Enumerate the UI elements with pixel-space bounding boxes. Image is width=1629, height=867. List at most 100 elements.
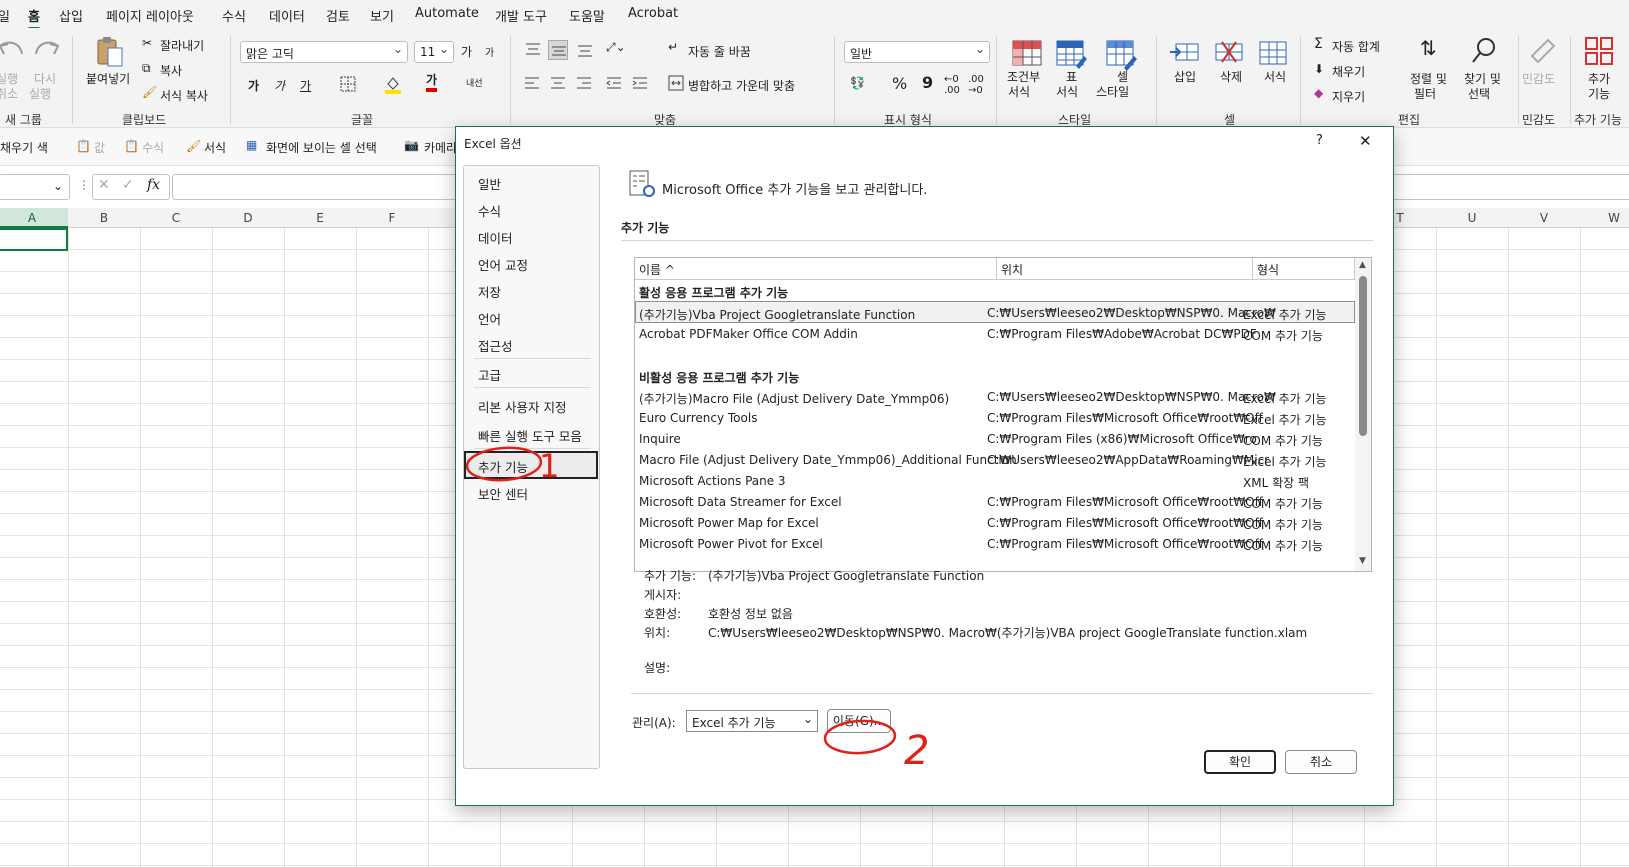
column-header-f[interactable]: F bbox=[382, 211, 402, 225]
copy-button[interactable]: 복사 bbox=[160, 62, 182, 79]
align-left-icon[interactable] bbox=[524, 76, 540, 90]
paste-values-icon[interactable]: 📋 bbox=[76, 139, 91, 153]
menu-developer[interactable]: 개발 도구 bbox=[495, 6, 547, 25]
list-row[interactable]: Inquire C:₩Program Files (x86)₩Microsoft … bbox=[635, 428, 1355, 450]
eraser-icon[interactable]: ◆ bbox=[1314, 86, 1323, 100]
list-row[interactable]: Macro File (Adjust Delivery Date_Ymmp06)… bbox=[635, 449, 1355, 471]
conditional-format-line2[interactable]: 서식 bbox=[1008, 83, 1030, 100]
menu-automate[interactable]: Automate bbox=[415, 6, 479, 21]
function-icon[interactable]: fx bbox=[147, 177, 160, 193]
delete-cells-icon[interactable] bbox=[1212, 38, 1246, 72]
visible-cells-icon[interactable]: ▦ bbox=[246, 138, 257, 152]
menu-insert[interactable]: 삽입 bbox=[59, 6, 83, 25]
menu-help[interactable]: 도움말 bbox=[569, 6, 605, 25]
cancel-entry-icon[interactable]: ✕ bbox=[98, 177, 110, 193]
menu-formulas[interactable]: 수식 bbox=[222, 6, 246, 25]
border-icon[interactable] bbox=[340, 76, 356, 92]
list-row[interactable]: Microsoft Data Streamer for Excel C:₩Prog… bbox=[635, 491, 1355, 513]
phonetic-button[interactable]: 내선 bbox=[466, 76, 483, 89]
visible-cells-button[interactable]: 화면에 보이는 셀 선택 bbox=[266, 139, 377, 156]
format-table-line2[interactable]: 서식 bbox=[1056, 83, 1078, 100]
align-center-icon[interactable] bbox=[550, 76, 566, 90]
paste-formulas-button[interactable]: 수식 bbox=[142, 139, 164, 156]
decrease-indent-icon[interactable] bbox=[606, 76, 622, 90]
increase-decimal-icon[interactable]: ←0.00 bbox=[944, 74, 960, 96]
close-icon[interactable]: ✕ bbox=[1359, 132, 1372, 150]
sensitivity-button[interactable]: 민감도 bbox=[1522, 70, 1555, 87]
sort-filter-icon[interactable]: ⇅ bbox=[1420, 36, 1437, 60]
menu-review[interactable]: 검토 bbox=[326, 6, 350, 25]
ok-button[interactable]: 확인 bbox=[1204, 750, 1276, 774]
number-format-combo[interactable]: 일반 bbox=[844, 41, 990, 63]
font-size-combo[interactable]: 11 bbox=[414, 41, 454, 63]
list-scrollbar[interactable]: ▲ ▼ bbox=[1355, 258, 1371, 571]
confirm-entry-icon[interactable]: ✓ bbox=[122, 177, 134, 193]
sort-filter-line2[interactable]: 필터 bbox=[1414, 85, 1436, 102]
list-row[interactable]: Euro Currency Tools C:₩Program Files₩Micr… bbox=[635, 407, 1355, 429]
paste-formats-icon[interactable]: 🖌 bbox=[186, 139, 201, 153]
align-right-icon[interactable] bbox=[576, 76, 592, 90]
addins-list[interactable]: 이름 ^ 위치 형식 활성 응용 프로그램 추가 기능 (추가기능)Vba Pr… bbox=[634, 257, 1372, 572]
nav-item-language[interactable]: 언어 bbox=[478, 309, 501, 328]
column-header-e[interactable]: E bbox=[310, 211, 330, 225]
format-painter-button[interactable]: 서식 복사 bbox=[160, 87, 208, 104]
format-cells-button[interactable]: 서식 bbox=[1264, 68, 1286, 85]
scroll-thumb[interactable] bbox=[1359, 276, 1367, 436]
nav-item-general[interactable]: 일반 bbox=[478, 174, 501, 193]
wrap-text-icon[interactable]: ↵ bbox=[668, 40, 678, 54]
help-button[interactable]: ? bbox=[1316, 133, 1323, 148]
column-header-c[interactable]: C bbox=[166, 211, 186, 225]
autosum-button[interactable]: 자동 합계 bbox=[1332, 38, 1380, 55]
menu-data[interactable]: 데이터 bbox=[269, 6, 305, 25]
menu-page-layout[interactable]: 페이지 레이아웃 bbox=[106, 6, 194, 25]
align-bottom-icon[interactable] bbox=[576, 44, 594, 58]
list-header-name[interactable]: 이름 ^ bbox=[635, 258, 997, 280]
nav-item-accessibility[interactable]: 접근성 bbox=[478, 336, 513, 355]
insert-cells-button[interactable]: 삽입 bbox=[1174, 68, 1196, 85]
fill-down-icon[interactable]: ⬇ bbox=[1314, 62, 1324, 76]
undo-icon[interactable] bbox=[0, 34, 28, 68]
align-top-icon[interactable] bbox=[524, 42, 542, 56]
percent-button[interactable]: % bbox=[892, 74, 907, 93]
merge-icon[interactable] bbox=[668, 75, 684, 91]
column-header-u[interactable]: U bbox=[1462, 211, 1482, 225]
camera-icon[interactable]: 📷 bbox=[404, 138, 419, 152]
fill-color-qat-button[interactable]: 채우기 색 bbox=[0, 139, 48, 156]
nav-item-formulas[interactable]: 수식 bbox=[478, 201, 501, 220]
increase-indent-icon[interactable] bbox=[632, 76, 648, 90]
nav-item-proofing[interactable]: 언어 교정 bbox=[478, 255, 528, 274]
clear-button[interactable]: 지우기 bbox=[1332, 88, 1365, 105]
shrink-font-button[interactable]: 가 bbox=[485, 44, 494, 59]
underline-button[interactable]: 가 bbox=[300, 77, 311, 94]
format-table-icon[interactable] bbox=[1054, 38, 1088, 72]
find-select-icon[interactable] bbox=[1470, 36, 1498, 66]
grow-font-button[interactable]: 가 bbox=[461, 43, 472, 60]
manage-select[interactable]: Excel 추가 기능 ⌄ bbox=[686, 710, 818, 732]
paste-icon[interactable] bbox=[92, 34, 126, 68]
addins-line2[interactable]: 기능 bbox=[1588, 85, 1610, 102]
paste-formulas-icon[interactable]: 📋 bbox=[124, 139, 139, 153]
list-header-location[interactable]: 위치 bbox=[997, 258, 1253, 280]
nav-item-advanced[interactable]: 고급 bbox=[478, 365, 501, 384]
list-row[interactable]: (추가기능)Vba Project Googletranslate Functi… bbox=[635, 301, 1355, 323]
format-cells-icon[interactable] bbox=[1256, 38, 1290, 72]
scroll-down-icon[interactable]: ▼ bbox=[1359, 556, 1366, 566]
accounting-format-icon[interactable]: 💱 bbox=[850, 76, 865, 90]
nav-item-quick-access[interactable]: 빠른 실행 도구 모음 bbox=[478, 426, 582, 445]
menu-acrobat[interactable]: Acrobat bbox=[628, 6, 678, 21]
cancel-button[interactable]: 취소 bbox=[1285, 750, 1357, 774]
find-select-line2[interactable]: 선택 bbox=[1468, 85, 1490, 102]
brush-icon[interactable]: 🖌 bbox=[142, 85, 157, 99]
wrap-text-button[interactable]: 자동 줄 바꿈 bbox=[688, 43, 751, 60]
bold-button[interactable]: 가 bbox=[248, 77, 259, 94]
cell-styles-icon[interactable] bbox=[1104, 38, 1138, 72]
nav-item-addins[interactable]: 추가 기능 bbox=[478, 457, 528, 476]
font-color-button[interactable]: 가 bbox=[426, 73, 438, 92]
scroll-up-icon[interactable]: ▲ bbox=[1359, 260, 1366, 270]
decrease-decimal-icon[interactable]: .00 →0 bbox=[968, 74, 984, 96]
column-header-w[interactable]: W bbox=[1604, 211, 1624, 225]
list-row[interactable]: (추가기능)Macro File (Adjust Delivery Date_Y… bbox=[635, 386, 1355, 408]
list-row[interactable]: Acrobat PDFMaker Office COM Addin C:₩Pro… bbox=[635, 323, 1355, 345]
paste-label[interactable]: 붙여넣기 bbox=[86, 70, 130, 87]
active-cell[interactable] bbox=[0, 228, 68, 251]
